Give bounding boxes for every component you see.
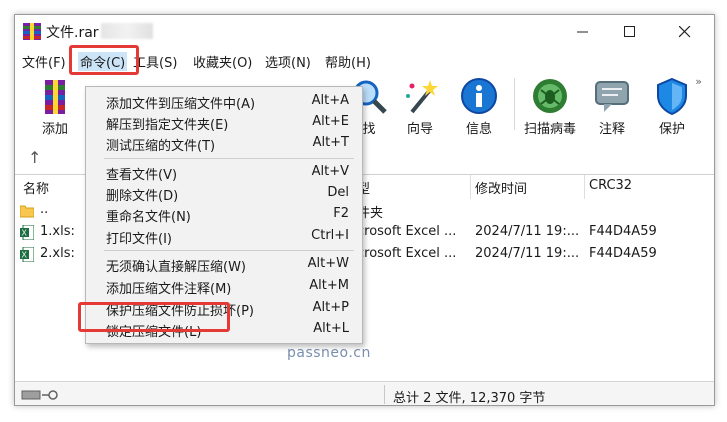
add-button[interactable]: 添加 (23, 74, 87, 137)
title-bar: 文件.rar (15, 15, 714, 48)
comment-button[interactable]: 注释 (580, 74, 644, 137)
menu-item-label: 测试压缩的文件(T) (106, 139, 216, 154)
row-type: crosoft Excel ... (357, 224, 457, 239)
menu-item-rename[interactable]: 重命名文件(N) F2 (86, 204, 362, 226)
menu-item-label: 添加文件到压缩文件中(A) (106, 97, 256, 112)
svg-text:X: X (22, 251, 28, 260)
menu-item-shortcut: Alt+A (311, 93, 349, 108)
minimize-button[interactable] (560, 15, 606, 48)
menu-options[interactable]: 选项(N) (265, 52, 311, 71)
menu-separator (104, 250, 354, 251)
winrar-window: 文件.rar 文件(F) 命令(C) 工具(S) 收藏夹(O) 选项(N) 帮助… (14, 14, 715, 406)
winrar-app-icon (23, 23, 41, 40)
maximize-button[interactable] (607, 15, 653, 48)
highlight-lock-archive (78, 302, 230, 332)
protect-icon (657, 77, 687, 116)
excel-file-icon: X (20, 247, 34, 262)
menu-item-print[interactable]: 打印文件(I) Ctrl+I (86, 226, 362, 248)
maximize-icon (624, 25, 635, 37)
info-button-label: 信息 (465, 122, 492, 137)
status-summary: 总计 2 文件, 12,370 字节 (393, 391, 546, 406)
close-button[interactable] (662, 15, 708, 48)
menu-item-shortcut: Alt+E (312, 114, 349, 129)
menu-item-label: 打印文件(I) (106, 232, 172, 247)
menu-item-label: 无须确认直接解压缩(W) (106, 260, 246, 275)
menu-favorites[interactable]: 收藏夹(O) (193, 52, 252, 71)
svg-text:X: X (22, 229, 28, 238)
menu-item-shortcut: Alt+P (312, 300, 349, 315)
wizard-icon (406, 80, 438, 114)
wizard-button[interactable]: 向导 (388, 74, 452, 137)
row-crc32: F44D4A59 (589, 224, 657, 239)
menu-item-extract-without-confirm[interactable]: 无须确认直接解压缩(W) Alt+W (86, 254, 362, 276)
row-name: .. (40, 202, 49, 217)
column-name[interactable]: 名称 (23, 178, 49, 197)
menu-item-shortcut: Alt+T (312, 135, 349, 150)
info-icon (461, 78, 497, 114)
highlight-menu-command (69, 45, 139, 75)
menu-item-shortcut: F2 (333, 206, 349, 221)
menu-item-view[interactable]: 查看文件(V) Alt+V (86, 162, 362, 184)
close-icon (679, 25, 691, 37)
comment-button-label: 注释 (598, 122, 625, 137)
status-bar: 总计 2 文件, 12,370 字节 (15, 381, 714, 406)
menu-item-test[interactable]: 测试压缩的文件(T) Alt+T (86, 133, 362, 155)
menu-item-delete[interactable]: 删除文件(D) Del (86, 183, 362, 205)
row-name: 2.xls: (40, 246, 75, 261)
drive-icon[interactable] (21, 388, 61, 402)
row-modified: 2024/7/11 19:... (475, 224, 580, 239)
menu-file[interactable]: 文件(F) (22, 52, 66, 71)
excel-file-icon: X (20, 225, 34, 240)
up-arrow-icon[interactable]: ↑ (28, 148, 41, 167)
menu-item-shortcut: Alt+L (313, 321, 349, 336)
toolbar-separator (514, 78, 515, 130)
watermark: passneo.cn (287, 345, 371, 361)
menu-item-label: 查看文件(V) (106, 168, 178, 183)
virus-scan-icon (533, 79, 567, 113)
menu-separator (104, 158, 354, 159)
menu-item-add-to-archive[interactable]: 添加文件到压缩文件中(A) Alt+A (86, 91, 362, 113)
menu-item-add-comment[interactable]: 添加压缩文件注释(M) Alt+M (86, 276, 362, 298)
toolbar-more-icon[interactable]: » (695, 75, 702, 88)
row-type: crosoft Excel ... (357, 246, 457, 261)
virus-scan-button[interactable]: 扫描病毒 (518, 74, 582, 137)
menu-item-label: 重命名文件(N) (106, 210, 191, 225)
info-button[interactable]: 信息 (447, 74, 511, 137)
window-title: 文件.rar (46, 25, 99, 41)
menu-item-shortcut: Del (327, 185, 349, 200)
add-button-label: 添加 (41, 122, 68, 137)
blurred-title-region (101, 23, 153, 39)
column-crc32[interactable]: CRC32 (589, 178, 632, 193)
menu-item-shortcut: Alt+M (309, 278, 349, 293)
folder-icon (20, 205, 34, 218)
row-modified: 2024/7/11 19:... (475, 246, 580, 261)
row-crc32: F44D4A59 (589, 246, 657, 261)
menu-help[interactable]: 帮助(H) (325, 52, 371, 71)
column-divider[interactable] (584, 175, 585, 199)
column-divider[interactable] (470, 175, 471, 199)
status-separator (384, 385, 385, 404)
add-archive-icon (45, 80, 65, 114)
menu-item-shortcut: Ctrl+I (311, 228, 349, 243)
menu-item-label: 解压到指定文件夹(E) (106, 118, 229, 133)
comment-icon (595, 81, 629, 112)
menu-item-extract-to[interactable]: 解压到指定文件夹(E) Alt+E (86, 112, 362, 134)
minimize-icon (577, 31, 588, 32)
menu-tools[interactable]: 工具(S) (133, 52, 177, 71)
menu-item-shortcut: Alt+W (307, 256, 349, 271)
protect-button-label: 保护 (658, 122, 685, 137)
wizard-button-label: 向导 (406, 122, 433, 137)
virus-scan-button-label: 扫描病毒 (523, 122, 576, 137)
menu-item-label: 添加压缩文件注释(M) (106, 282, 232, 297)
row-name: 1.xls: (40, 224, 75, 239)
menu-item-label: 删除文件(D) (106, 189, 179, 204)
menu-item-shortcut: Alt+V (311, 164, 349, 179)
column-modified[interactable]: 修改时间 (475, 178, 527, 197)
